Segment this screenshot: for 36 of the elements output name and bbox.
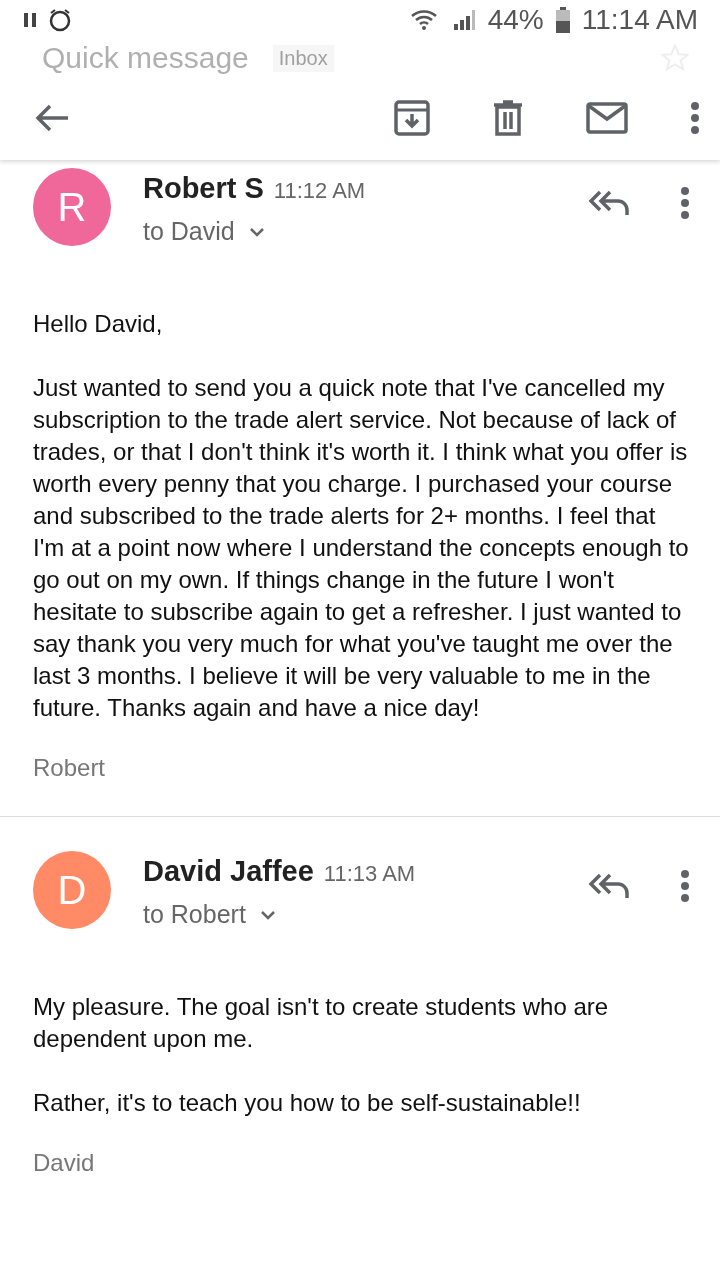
header-title: Quick message — [42, 41, 249, 75]
more-icon — [680, 869, 690, 903]
message-time: 11:13 AM — [323, 861, 416, 887]
more-button[interactable] — [680, 869, 690, 903]
more-icon — [690, 101, 700, 135]
message-time: 11:12 AM — [273, 178, 366, 204]
clock: 11:14 AM — [581, 4, 698, 36]
message-paragraph: Just wanted to send you a quick note that I've cancelled my subscription to the trade alert service. Not because of lack of trades, or that I don't think it's worth it. I think what you offer is worth every penny that you charge. I purchased your course and subscribed to the trade alerts for 2+ months. I feel that I'm at a point now where I understand the concepts enough to go out on my own. If things change in the future I won't hesitate to subscribe again to get a refresher. I just wanted to say thank you very much for what you've taught me over the last 3 months. I believe it will be very valuable to me in the future. Thanks again and have a nice day! — [33, 373, 690, 723]
alarm-clock-icon — [48, 8, 72, 32]
reply-all-button[interactable] — [588, 189, 630, 217]
mail-button[interactable] — [586, 102, 628, 134]
signature: Robert — [33, 754, 107, 782]
sender-name: Robert S — [143, 172, 264, 205]
more-button[interactable] — [690, 101, 700, 135]
avatar: D — [33, 851, 111, 929]
battery-percent: 44% — [487, 4, 544, 36]
delete-button[interactable] — [492, 100, 524, 136]
sender-name: David Jaffee — [143, 855, 314, 888]
avatar: R — [33, 168, 111, 246]
chevron-down-icon — [248, 226, 265, 237]
archive-button[interactable] — [394, 100, 430, 136]
back-button[interactable] — [34, 103, 70, 133]
pause-icon — [24, 13, 36, 27]
battery-icon — [555, 7, 570, 33]
chevron-down-icon — [259, 909, 276, 920]
reply-all-button[interactable] — [588, 872, 630, 900]
message-paragraph: My pleasure. The goal isn't to create students who are dependent upon me. — [33, 992, 610, 1054]
message-paragraph: Rather, it's to teach you how to be self-sustainable!! — [33, 1088, 582, 1118]
recipient-toggle[interactable]: to David — [143, 217, 556, 246]
signature: David — [33, 1149, 96, 1177]
signal-icon — [451, 8, 476, 32]
more-button[interactable] — [680, 186, 690, 220]
message-paragraph: Hello David, — [33, 309, 164, 339]
more-icon — [680, 186, 690, 220]
recipient-toggle[interactable]: to Robert — [143, 900, 556, 929]
label-chip: Inbox — [272, 44, 334, 72]
